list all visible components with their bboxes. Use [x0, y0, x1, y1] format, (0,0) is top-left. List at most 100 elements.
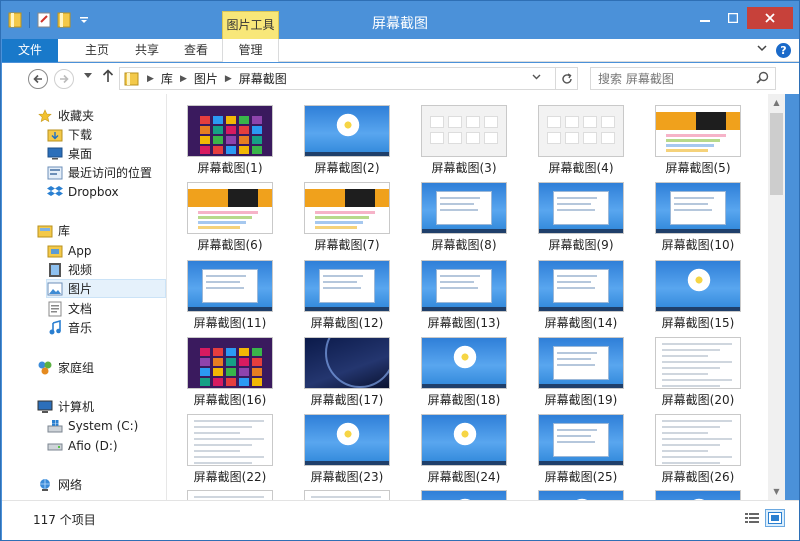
- downloads-folder-icon: [47, 127, 63, 143]
- file-item[interactable]: 屏幕截图(6): [185, 182, 275, 256]
- file-name: 屏幕截图(12): [310, 316, 384, 330]
- app-library-icon: [47, 243, 63, 259]
- file-item[interactable]: 屏幕截图(7): [302, 182, 392, 256]
- minimize-button[interactable]: [691, 7, 719, 29]
- file-name: 屏幕截图(4): [548, 161, 614, 175]
- sidebar-item-pictures[interactable]: 图片: [46, 279, 166, 298]
- file-item[interactable]: 屏幕截图(1): [185, 105, 275, 179]
- refresh-button[interactable]: [555, 68, 577, 89]
- sidebar-item-label: 桌面: [68, 147, 93, 161]
- file-item[interactable]: 屏幕截图(25): [536, 414, 626, 488]
- sidebar-item-app[interactable]: App: [47, 241, 165, 260]
- breadcrumb-pictures[interactable]: 图片: [194, 70, 218, 87]
- file-item[interactable]: 屏幕截图(18): [419, 337, 509, 411]
- search-icon[interactable]: [756, 71, 769, 87]
- sidebar-item-documents[interactable]: 文档: [47, 299, 165, 318]
- sidebar-item-downloads[interactable]: 下载: [47, 125, 165, 144]
- dropbox-icon: [47, 184, 63, 200]
- title-bar: 图片工具 屏幕截图: [1, 1, 799, 39]
- expand-ribbon-icon[interactable]: [757, 44, 767, 55]
- scroll-up-icon[interactable]: ▲: [768, 94, 785, 111]
- search-input[interactable]: 搜索 屏幕截图: [598, 70, 674, 87]
- sidebar-homegroup[interactable]: 家庭组: [37, 358, 165, 377]
- forward-button[interactable]: [54, 69, 74, 89]
- file-item[interactable]: 屏幕截图(24): [419, 414, 509, 488]
- window-controls: [691, 7, 793, 29]
- file-item[interactable]: 屏幕截图(17): [302, 337, 392, 411]
- file-item[interactable]: [653, 490, 743, 500]
- breadcrumb-screenshots[interactable]: 屏幕截图: [239, 70, 287, 87]
- close-button[interactable]: [747, 7, 793, 29]
- tab-view[interactable]: 查看: [165, 39, 227, 62]
- file-item[interactable]: 屏幕截图(12): [302, 260, 392, 334]
- file-item[interactable]: 屏幕截图(3): [419, 105, 509, 179]
- sidebar-item-desktop[interactable]: 桌面: [47, 144, 165, 163]
- file-item[interactable]: 屏幕截图(10): [653, 182, 743, 256]
- file-thumbnail: [304, 414, 390, 466]
- sidebar-item-dropbox[interactable]: Dropbox: [47, 182, 165, 201]
- file-thumbnail: [421, 182, 507, 234]
- sidebar-item-label: 家庭组: [58, 361, 95, 375]
- file-name: 屏幕截图(13): [427, 316, 501, 330]
- file-item[interactable]: 屏幕截图(8): [419, 182, 509, 256]
- up-arrow-icon[interactable]: [102, 69, 114, 87]
- sidebar-item-data-drive[interactable]: Afio (D:): [47, 436, 165, 455]
- file-item[interactable]: [185, 490, 275, 500]
- details-view-button[interactable]: [742, 509, 762, 527]
- help-button[interactable]: ?: [776, 43, 791, 58]
- large-icons-view-button[interactable]: [765, 509, 785, 527]
- sidebar-favorites[interactable]: 收藏夹: [37, 106, 165, 125]
- sidebar-item-label: 网络: [58, 478, 83, 492]
- scrollbar-thumb[interactable]: [770, 113, 783, 195]
- search-box[interactable]: 搜索 屏幕截图: [590, 67, 776, 90]
- address-history-chevron-icon[interactable]: [532, 73, 541, 83]
- sidebar-libraries[interactable]: 库: [37, 221, 165, 240]
- tab-file[interactable]: 文件: [2, 39, 58, 62]
- file-thumbnail: [304, 105, 390, 157]
- file-thumbnail: [187, 182, 273, 234]
- vertical-scrollbar[interactable]: ▲ ▼: [768, 94, 785, 500]
- file-grid: 屏幕截图(1) 屏幕截图(2) 屏幕截图(3) 屏幕截图(4) 屏幕截图(5) 屏幕截图(…: [167, 94, 768, 500]
- file-item[interactable]: 屏幕截图(23): [302, 414, 392, 488]
- sidebar-item-system-drive[interactable]: System (C:): [47, 416, 165, 435]
- file-thumbnail: [187, 337, 273, 389]
- file-item[interactable]: 屏幕截图(15): [653, 260, 743, 334]
- homegroup-icon: [37, 360, 53, 376]
- scroll-down-icon[interactable]: ▼: [768, 483, 785, 500]
- file-item[interactable]: 屏幕截图(22): [185, 414, 275, 488]
- sidebar-item-recent-places[interactable]: 最近访问的位置: [47, 163, 165, 182]
- breadcrumb-separator: ▶: [224, 73, 232, 84]
- file-name: 屏幕截图(23): [310, 470, 384, 484]
- sidebar-item-music[interactable]: 音乐: [47, 318, 165, 337]
- breadcrumb-libraries[interactable]: 库: [161, 70, 173, 87]
- file-name: 屏幕截图(26): [661, 470, 735, 484]
- file-item[interactable]: [419, 490, 509, 500]
- file-item[interactable]: [302, 490, 392, 500]
- file-item[interactable]: 屏幕截图(16): [185, 337, 275, 411]
- tab-manage[interactable]: 管理: [222, 39, 279, 62]
- documents-library-icon: [47, 301, 63, 317]
- file-item[interactable]: 屏幕截图(2): [302, 105, 392, 179]
- recent-locations-chevron-icon[interactable]: [84, 72, 92, 81]
- file-item[interactable]: [536, 490, 626, 500]
- file-thumbnail: [421, 414, 507, 466]
- file-item[interactable]: 屏幕截图(13): [419, 260, 509, 334]
- sidebar-item-label: 库: [58, 224, 71, 238]
- maximize-button[interactable]: [719, 7, 747, 29]
- sidebar-computer[interactable]: 计算机: [37, 397, 165, 416]
- sidebar-network[interactable]: 网络: [37, 475, 165, 494]
- file-item[interactable]: 屏幕截图(4): [536, 105, 626, 179]
- network-icon: [37, 477, 53, 493]
- file-item[interactable]: 屏幕截图(11): [185, 260, 275, 334]
- address-bar[interactable]: ▶ 库 ▶ 图片 ▶ 屏幕截图: [119, 67, 578, 90]
- file-item[interactable]: 屏幕截图(9): [536, 182, 626, 256]
- file-item[interactable]: 屏幕截图(20): [653, 337, 743, 411]
- file-thumbnail: [538, 182, 624, 234]
- file-item[interactable]: 屏幕截图(5): [653, 105, 743, 179]
- sidebar-item-label: 文档: [68, 302, 93, 316]
- file-item[interactable]: 屏幕截图(26): [653, 414, 743, 488]
- back-button[interactable]: [28, 69, 48, 89]
- file-item[interactable]: 屏幕截图(19): [536, 337, 626, 411]
- sidebar-item-videos[interactable]: 视频: [47, 260, 165, 279]
- file-item[interactable]: 屏幕截图(14): [536, 260, 626, 334]
